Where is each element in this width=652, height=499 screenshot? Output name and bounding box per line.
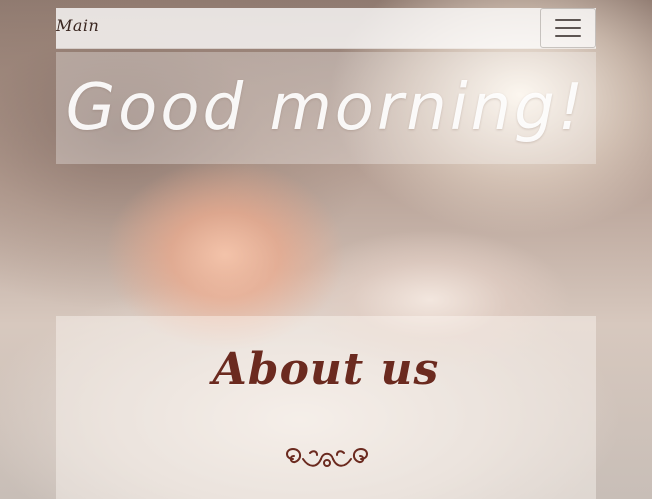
- hero-banner: Good morning!: [56, 52, 596, 164]
- flourish-divider-icon: [286, 447, 368, 467]
- navbar: Main: [56, 8, 596, 48]
- hamburger-bar: [555, 35, 581, 37]
- hero-title: Good morning!: [65, 71, 587, 145]
- menu-toggle-button[interactable]: [540, 8, 596, 48]
- brand-link[interactable]: Main: [56, 16, 99, 35]
- hamburger-bar: [555, 19, 581, 21]
- hamburger-menu-icon: [555, 19, 581, 37]
- about-section: About us: [56, 316, 596, 499]
- about-title: About us: [212, 344, 440, 395]
- hamburger-bar: [555, 27, 581, 29]
